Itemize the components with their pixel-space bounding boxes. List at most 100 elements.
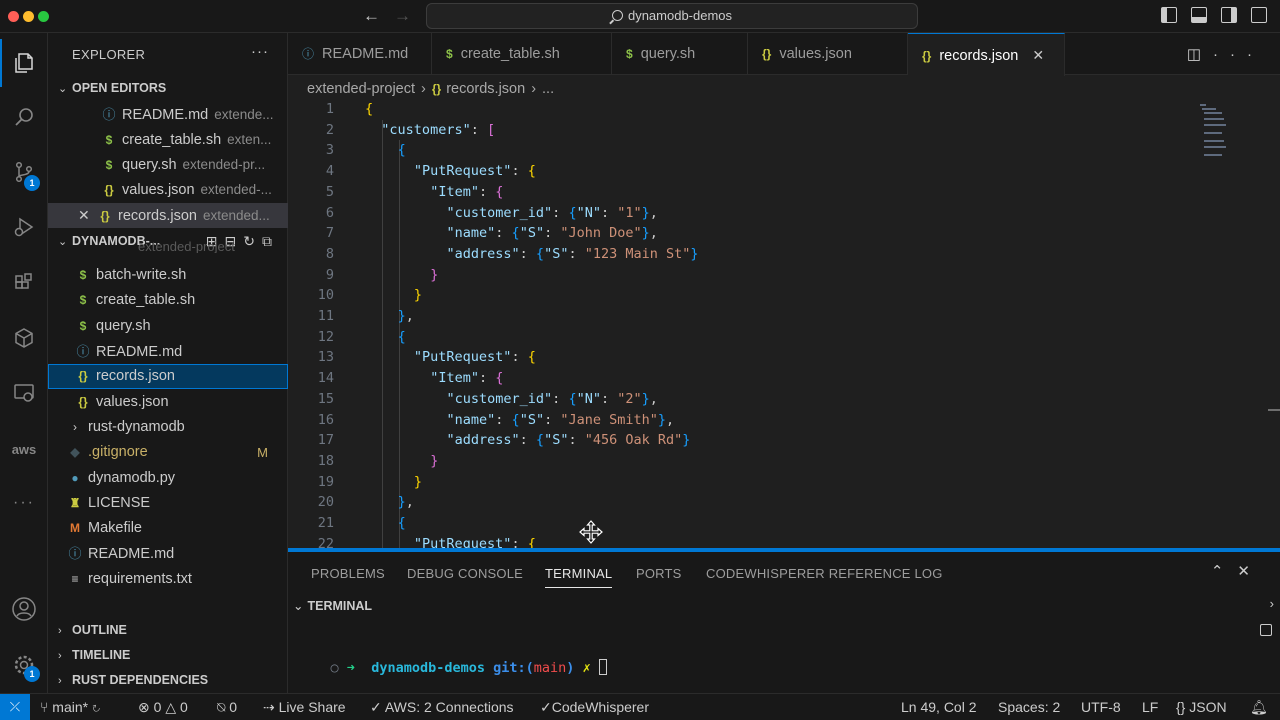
outline-section-header[interactable]: › OUTLINE (48, 619, 288, 641)
code-line: }, (397, 494, 414, 511)
forward-arrow-icon[interactable]: → (394, 6, 411, 26)
file-gitignore[interactable]: ◆ .gitignore M (48, 440, 288, 465)
tab-terminal[interactable]: TERMINAL (545, 566, 613, 588)
indentation[interactable]: Spaces: 2 (998, 694, 1060, 720)
code-line: "address": {"S": "123 Main St"} (446, 245, 699, 262)
accounts-icon[interactable] (0, 585, 48, 633)
code-line: } (430, 452, 439, 469)
tab-codewhisperer-log[interactable]: CODEWHISPERER REFERENCE LOG (706, 566, 943, 581)
code-line: "customer_id": {"N": "1"}, (446, 204, 658, 221)
code-editor[interactable]: 1 {2 "customers": [3 {4 "PutRequest": {5 "Ite… (288, 100, 1280, 548)
branch-icon: ⑂ (40, 699, 53, 715)
toggle-sidebar-icon[interactable] (1161, 7, 1177, 23)
tab-query[interactable]: $ query.sh (612, 33, 748, 75)
aws-icon[interactable]: aws (0, 425, 48, 473)
maximize-window-button[interactable] (38, 11, 49, 22)
file-license[interactable]: ♜ LICENSE (48, 491, 288, 516)
shell-file-icon: $ (79, 268, 87, 282)
close-icon[interactable]: ✕ (1032, 47, 1044, 63)
open-editors-header[interactable]: ⌄ OPEN EDITORS (48, 77, 288, 99)
settings-gear-icon[interactable]: 1 (0, 641, 48, 689)
open-editor-create-table[interactable]: $ create_table.sh exten... (48, 127, 288, 152)
open-editor-query[interactable]: $ query.sh extended-pr... (48, 152, 288, 177)
command-center-search[interactable]: dynamodb-demos (426, 3, 918, 29)
open-editor-records[interactable]: ✕{} records.json extended... (48, 203, 288, 228)
ports-indicator[interactable]: ⍉ 0 (217, 694, 237, 720)
file-create-table[interactable]: $ create_table.sh (48, 288, 288, 313)
terminal-section-header[interactable]: ⌄ TERMINAL (288, 595, 1280, 617)
folder-rust-dynamodb[interactable]: › rust-dynamodb (48, 415, 288, 440)
customize-layout-icon[interactable] (1251, 7, 1267, 23)
file-query[interactable]: $ query.sh (48, 314, 288, 339)
file-requirements[interactable]: ≡ requirements.txt (48, 567, 288, 592)
open-editor-values[interactable]: {} values.json extended-... (48, 177, 288, 202)
explorer-icon[interactable] (0, 39, 48, 87)
encoding[interactable]: UTF-8 (1081, 694, 1121, 720)
open-editor-readme[interactable]: ⓘ README.md extende... (48, 102, 288, 127)
live-share-button[interactable]: ⇢ Live Share (263, 694, 346, 720)
explorer-more-actions-icon[interactable]: ··· (251, 43, 269, 60)
toggle-panel-icon[interactable] (1191, 7, 1207, 23)
file-readme[interactable]: ⓘ README.md (48, 339, 288, 364)
text-file-icon: ≡ (71, 572, 79, 586)
tab-readme[interactable]: ⓘ README.md (288, 33, 432, 75)
close-icon[interactable]: ✕ (78, 203, 96, 228)
remote-indicator-icon[interactable]: ⤫ (0, 694, 30, 720)
language-mode[interactable]: {} JSON (1176, 694, 1227, 720)
chevron-right-icon: › (58, 625, 62, 637)
source-control-icon[interactable]: 1 (0, 148, 48, 196)
file-makefile[interactable]: M Makefile (48, 516, 288, 541)
line-number: 15 (317, 390, 334, 407)
terminal-prompt[interactable]: ○ ➜ dynamodb-demos git:(main) ✗ (298, 643, 607, 692)
line-number: 19 (317, 473, 334, 490)
tab-ports[interactable]: PORTS (636, 566, 682, 581)
file-root-readme[interactable]: ⓘ README.md (48, 541, 288, 566)
file-values-json[interactable]: {} values.json (48, 390, 288, 415)
tab-create-table[interactable]: $ create_table.sh (432, 33, 612, 75)
codewhisperer-button[interactable]: ✓CodeWhisperer (540, 694, 649, 720)
json-file-icon: {} (100, 209, 110, 223)
braces-icon: {} (1176, 699, 1190, 715)
breadcrumb-folder[interactable]: extended-project (307, 81, 415, 97)
problems-indicator[interactable]: ⊗ 0 △ 0 (138, 694, 188, 720)
file-batch-write[interactable]: $ batch-write.sh (48, 263, 288, 288)
extensions-icon[interactable] (0, 259, 48, 307)
notifications-bell-icon[interactable]: 🔔︎ (1250, 694, 1268, 720)
chevron-right-icon[interactable]: › (1270, 596, 1274, 611)
settings-badge: 1 (24, 666, 40, 682)
back-arrow-icon[interactable]: ← (363, 6, 380, 26)
chevron-right-icon: › (73, 420, 77, 434)
minimap[interactable] (1200, 104, 1230, 164)
aws-connections-button[interactable]: ✓ AWS: 2 Connections (370, 694, 514, 720)
tab-records-json[interactable]: {} records.json ✕ (908, 33, 1065, 76)
timeline-section-header[interactable]: › TIMELINE (48, 644, 288, 666)
file-dynamodb-py[interactable]: ● dynamodb.py (48, 466, 288, 491)
breadcrumb: extended-project › {} records.json ›... (307, 78, 554, 100)
close-panel-icon[interactable]: ✕ (1237, 563, 1264, 580)
tab-debug-console[interactable]: DEBUG CONSOLE (407, 566, 523, 581)
breadcrumb-more[interactable]: ... (542, 81, 554, 97)
move-cursor-icon (579, 520, 603, 544)
minimize-window-button[interactable] (23, 11, 34, 22)
close-window-button[interactable] (8, 11, 19, 22)
file-records-json[interactable]: {} records.json (48, 364, 288, 389)
breadcrumb-file[interactable]: records.json (446, 81, 525, 97)
more-icon[interactable]: ··· (0, 479, 48, 527)
split-editor-icon[interactable]: ◫ (1187, 46, 1213, 63)
code-line: "PutRequest": { (413, 535, 536, 548)
maximize-panel-icon[interactable]: ⌃ (1211, 563, 1238, 580)
aws-toolkit-cube-icon[interactable] (0, 314, 48, 362)
tab-problems[interactable]: PROBLEMS (311, 566, 385, 581)
branch-indicator[interactable]: ⑂ main* ↻ (40, 694, 100, 720)
remote-explorer-icon[interactable] (0, 369, 48, 417)
run-debug-icon[interactable] (0, 203, 48, 251)
chevron-right-icon: › (58, 675, 62, 687)
toggle-secondary-sidebar-icon[interactable] (1221, 7, 1237, 23)
terminal-menu-icon[interactable] (1260, 624, 1272, 636)
tab-values-json[interactable]: {} values.json (748, 33, 908, 75)
cursor-position[interactable]: Ln 49, Col 2 (901, 694, 977, 720)
rust-dependencies-section-header[interactable]: › RUST DEPENDENCIES (48, 669, 288, 691)
more-actions-icon[interactable]: ··· (1213, 46, 1264, 63)
end-of-line[interactable]: LF (1142, 694, 1158, 720)
search-icon[interactable] (0, 93, 48, 141)
